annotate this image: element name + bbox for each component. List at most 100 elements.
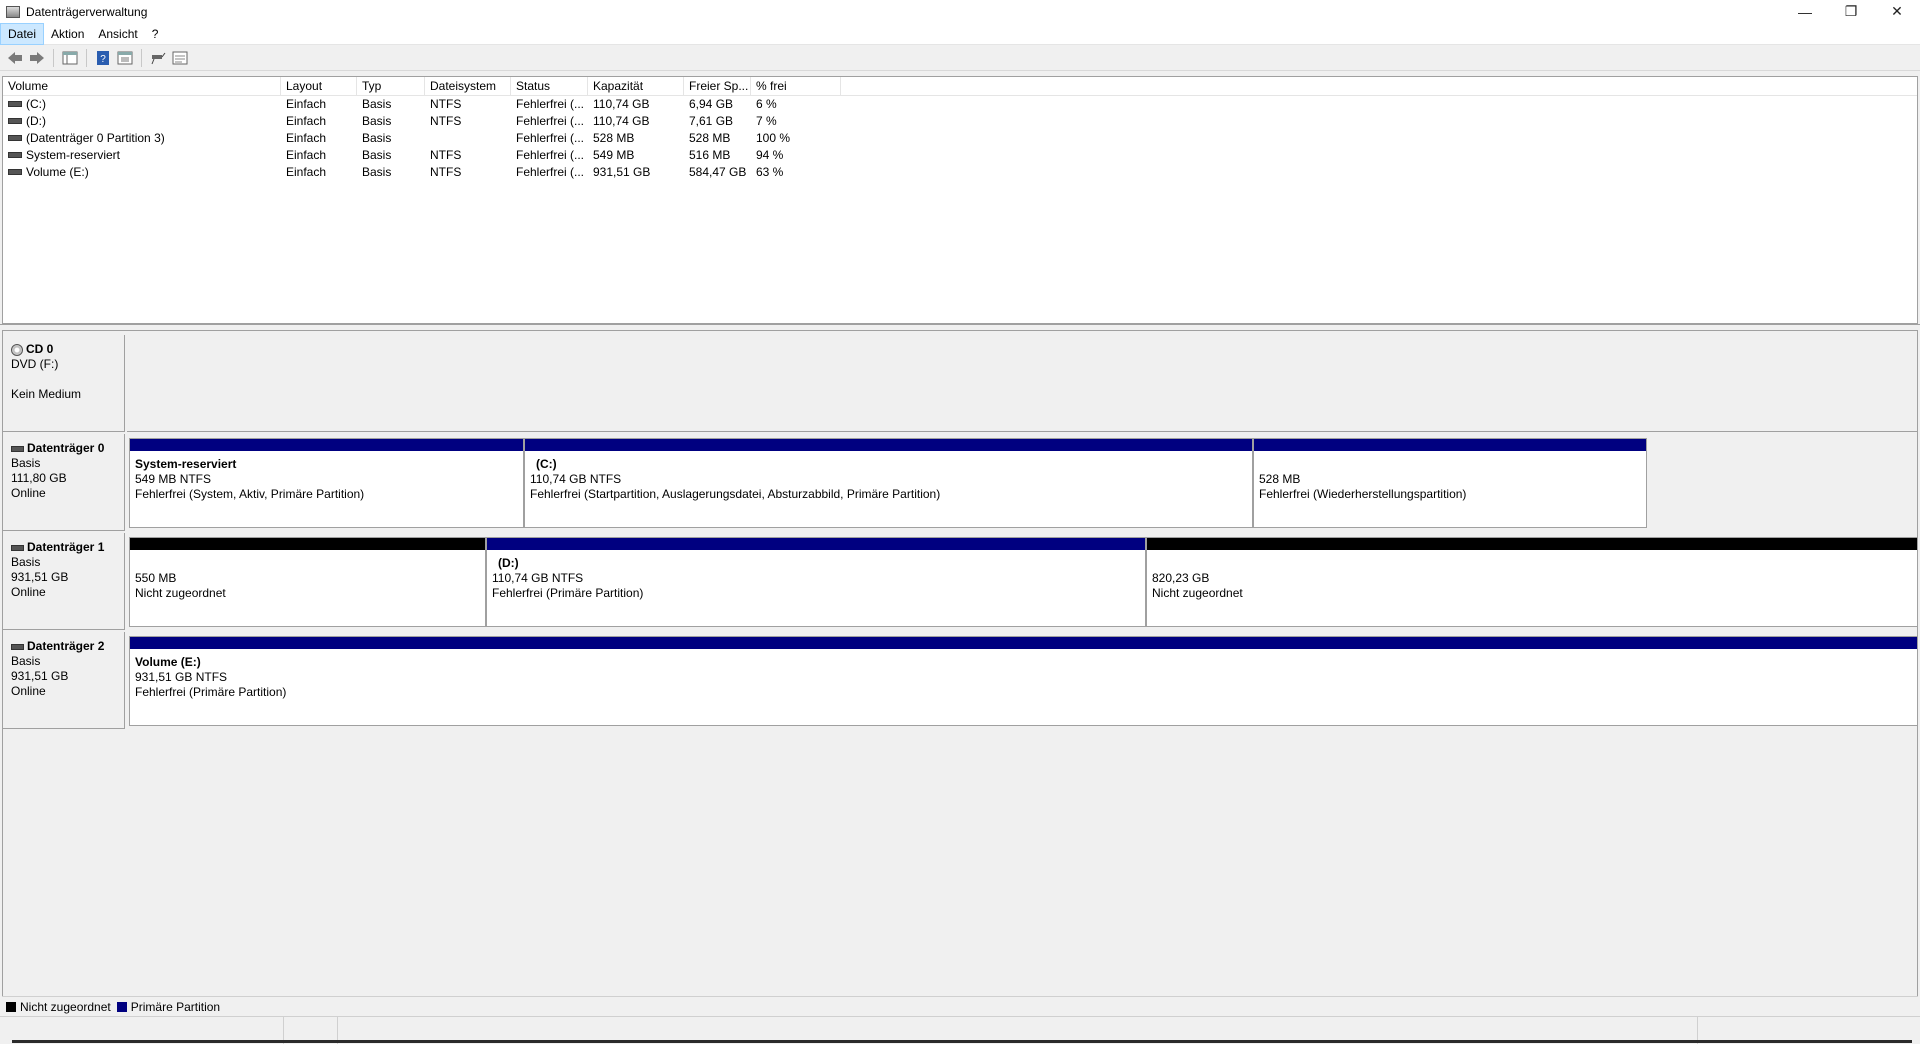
table-row[interactable]: (C:) Einfach Basis NTFS Fehlerfrei (... … bbox=[3, 96, 1917, 113]
column-prozent-frei[interactable]: % frei bbox=[751, 77, 841, 96]
cell-prozent-frei: 94 % bbox=[756, 148, 784, 162]
cell-dateisystem: NTFS bbox=[430, 114, 462, 128]
cell-kapazitaet: 528 MB bbox=[593, 131, 635, 145]
disk-row-disk0[interactable]: Datenträger 0 Basis 111,80 GB Online Sys… bbox=[3, 434, 1917, 531]
cell-volume: (Datenträger 0 Partition 3) bbox=[26, 131, 165, 145]
cd-drive-icon bbox=[11, 343, 23, 356]
restore-button[interactable]: ❐ bbox=[1828, 0, 1874, 23]
disk-area-disk0: System-reserviert 549 MB NTFS Fehlerfrei… bbox=[127, 434, 1647, 531]
disk-area-disk1: 550 MB Nicht zugeordnet (D:) 110,74 GB N… bbox=[127, 533, 1917, 630]
partition-bar bbox=[1147, 538, 1917, 550]
disk-title: Datenträger 2 bbox=[27, 639, 105, 653]
cell-freier-speicher: 528 MB bbox=[689, 131, 731, 145]
disk-state: Online bbox=[11, 684, 46, 698]
toolbar-separator bbox=[86, 48, 87, 67]
column-typ[interactable]: Typ bbox=[357, 77, 425, 96]
disk-title: Datenträger 1 bbox=[27, 540, 105, 554]
partition-system-reserved[interactable]: System-reserviert 549 MB NTFS Fehlerfrei… bbox=[129, 438, 524, 528]
menu-ansicht[interactable]: Ansicht bbox=[91, 24, 144, 44]
partition-d[interactable]: (D:) 110,74 GB NTFS Fehlerfrei (Primäre … bbox=[486, 537, 1146, 627]
partition-size: 931,51 GB NTFS bbox=[135, 670, 228, 684]
disk-title: Datenträger 0 bbox=[27, 441, 105, 455]
cell-layout: Einfach bbox=[286, 97, 327, 111]
column-kapazitaet[interactable]: Kapazität bbox=[588, 77, 684, 96]
cell-status: Fehlerfrei (... bbox=[516, 131, 585, 145]
menu-datei[interactable]: Datei bbox=[0, 22, 45, 45]
pane-splitter[interactable] bbox=[0, 324, 1920, 329]
table-row[interactable]: Volume (E:) Einfach Basis NTFS Fehlerfre… bbox=[3, 164, 1917, 181]
cell-status: Fehlerfrei (... bbox=[516, 148, 585, 162]
volume-list[interactable]: Volume Layout Typ Dateisystem Status Kap… bbox=[2, 76, 1918, 324]
properties-button[interactable] bbox=[114, 47, 136, 69]
table-row[interactable]: System-reserviert Einfach Basis NTFS Feh… bbox=[3, 147, 1917, 164]
disk-row-disk1[interactable]: Datenträger 1 Basis 931,51 GB Online 550… bbox=[3, 533, 1917, 630]
disk-label-disk2[interactable]: Datenträger 2 Basis 931,51 GB Online bbox=[3, 632, 125, 729]
cell-layout: Einfach bbox=[286, 148, 327, 162]
cell-dateisystem bbox=[425, 130, 511, 147]
legend-swatch-unallocated bbox=[6, 1001, 16, 1012]
cell-status: Fehlerfrei (... bbox=[516, 114, 585, 128]
partition-size: 110,74 GB NTFS bbox=[530, 472, 622, 486]
cell-prozent-frei: 6 % bbox=[756, 97, 777, 111]
partition-status: Fehlerfrei (Primäre Partition) bbox=[135, 685, 287, 699]
partition-size: 110,74 GB NTFS bbox=[492, 571, 584, 585]
disk-type: Basis bbox=[11, 456, 41, 470]
status-bar bbox=[0, 1016, 1920, 1044]
forward-button[interactable] bbox=[26, 47, 48, 69]
partition-e[interactable]: Volume (E:) 931,51 GB NTFS Fehlerfrei (P… bbox=[129, 636, 1917, 726]
cell-volume: Volume (E:) bbox=[26, 165, 89, 179]
close-button[interactable]: ✕ bbox=[1874, 0, 1920, 23]
disk-row-disk2[interactable]: Datenträger 2 Basis 931,51 GB Online Vol… bbox=[3, 632, 1917, 729]
legend-label: Primäre Partition bbox=[130, 999, 221, 1014]
volume-icon bbox=[8, 168, 22, 175]
window-title: Datenträgerverwaltung bbox=[26, 4, 148, 19]
partition-status: Nicht zugeordnet bbox=[135, 586, 226, 600]
cell-kapazitaet: 549 MB bbox=[593, 148, 635, 162]
partition-bar bbox=[130, 538, 485, 550]
disk-label-cd0[interactable]: CD 0 DVD (F:) Kein Medium bbox=[3, 335, 125, 432]
disk-label-disk0[interactable]: Datenträger 0 Basis 111,80 GB Online bbox=[3, 434, 125, 531]
disk-label-disk1[interactable]: Datenträger 1 Basis 931,51 GB Online bbox=[3, 533, 125, 630]
partition-status: Fehlerfrei (Startpartition, Auslagerungs… bbox=[530, 487, 941, 501]
legend: Nicht zugeordnet Primäre Partition bbox=[2, 996, 1918, 1016]
menu-help[interactable]: ? bbox=[145, 24, 166, 44]
table-row[interactable]: (Datenträger 0 Partition 3) Einfach Basi… bbox=[3, 130, 1917, 147]
menu-aktion[interactable]: Aktion bbox=[44, 24, 91, 44]
toolbar-separator bbox=[53, 48, 54, 67]
disk-media-status: Kein Medium bbox=[11, 387, 82, 401]
column-dateisystem[interactable]: Dateisystem bbox=[425, 77, 511, 96]
volume-icon bbox=[8, 100, 22, 107]
svg-text:?: ? bbox=[100, 54, 106, 65]
minimize-button[interactable]: — bbox=[1782, 0, 1828, 23]
back-button[interactable] bbox=[4, 47, 26, 69]
column-layout[interactable]: Layout bbox=[281, 77, 357, 96]
disk-type: Basis bbox=[11, 654, 41, 668]
cell-typ: Basis bbox=[362, 114, 392, 128]
cell-prozent-frei: 100 % bbox=[756, 131, 791, 145]
disk-state: Online bbox=[11, 585, 46, 599]
cell-typ: Basis bbox=[362, 131, 392, 145]
partition-status: Fehlerfrei (Wiederherstellungspartition) bbox=[1259, 487, 1467, 501]
disk-row-cd0[interactable]: CD 0 DVD (F:) Kein Medium bbox=[3, 335, 1917, 432]
cell-kapazitaet: 931,51 GB bbox=[593, 165, 651, 179]
connect-disk-button[interactable] bbox=[147, 47, 169, 69]
cell-freier-speicher: 6,94 GB bbox=[689, 97, 734, 111]
column-freier-speicher[interactable]: Freier Sp... bbox=[684, 77, 751, 96]
disk-size: 931,51 GB bbox=[11, 669, 69, 683]
partition-unallocated-2[interactable]: 820,23 GB Nicht zugeordnet bbox=[1146, 537, 1917, 627]
partition-unallocated-1[interactable]: 550 MB Nicht zugeordnet bbox=[129, 537, 486, 627]
disk-size: 931,51 GB bbox=[11, 570, 69, 584]
help-button[interactable]: ? bbox=[92, 47, 114, 69]
partition-c[interactable]: (C:) 110,74 GB NTFS Fehlerfrei (Startpar… bbox=[524, 438, 1253, 528]
list-view-button[interactable] bbox=[169, 47, 191, 69]
cell-typ: Basis bbox=[362, 148, 392, 162]
table-row[interactable]: (D:) Einfach Basis NTFS Fehlerfrei (... … bbox=[3, 113, 1917, 130]
disk-title: CD 0 bbox=[26, 342, 54, 356]
column-volume[interactable]: Volume bbox=[3, 77, 281, 96]
partition-recovery[interactable]: 528 MB Fehlerfrei (Wiederherstellungspar… bbox=[1253, 438, 1647, 528]
console-tree-icon bbox=[62, 51, 78, 64]
show-hide-console-tree-button[interactable] bbox=[59, 47, 81, 69]
disk-area-cd0 bbox=[127, 335, 1917, 432]
toolbar-separator bbox=[141, 48, 142, 67]
column-status[interactable]: Status bbox=[511, 77, 588, 96]
